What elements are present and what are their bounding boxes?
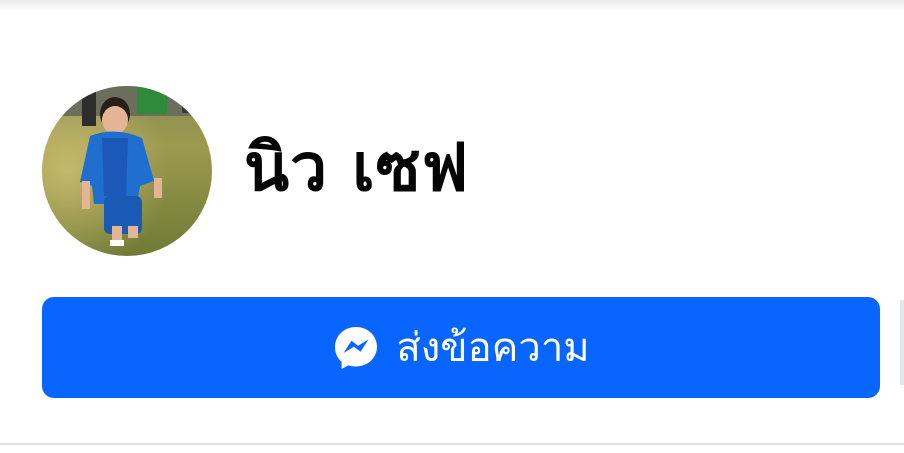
send-message-button[interactable]: ส่งข้อความ [42,297,880,398]
top-shadow [0,0,904,10]
profile-name: นิว เซฟ [244,129,470,206]
send-message-label: ส่งข้อความ [396,324,590,371]
messenger-icon [332,324,380,372]
avatar[interactable] [42,86,212,256]
profile-header: นิว เซฟ ส่งข้อความ [0,0,904,453]
next-button-edge [900,300,904,385]
avatar-photo [42,86,212,256]
section-divider [0,443,904,445]
